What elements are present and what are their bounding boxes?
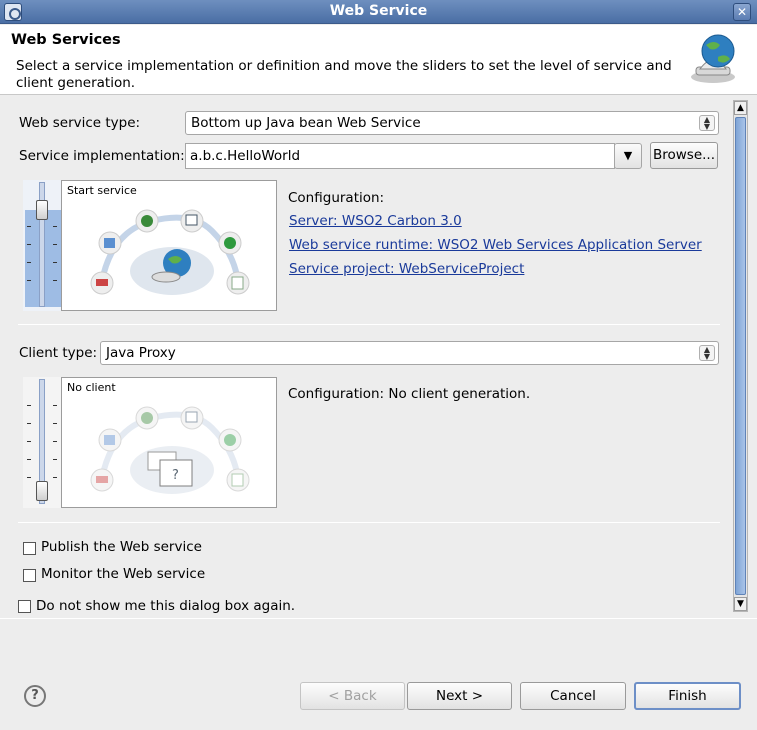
service-config-heading: Configuration:: [288, 190, 385, 206]
client-lifecycle-panel: No client ?: [61, 377, 277, 508]
back-button[interactable]: < Back: [300, 682, 405, 710]
service-type-combo[interactable]: Bottom up Java bean Web Service ▲ ▼: [185, 111, 719, 135]
tick: [53, 459, 57, 460]
service-lifecycle-panel: Start service: [61, 180, 277, 311]
content-area: Web service type: Bottom up Java bean We…: [0, 96, 733, 616]
client-slider[interactable]: [23, 377, 63, 508]
help-icon[interactable]: ?: [24, 685, 46, 707]
page-description: Select a service implementation or defin…: [16, 58, 672, 91]
tick: [27, 226, 31, 227]
service-impl-label: Service implementation:: [19, 148, 185, 164]
footer-separator: [0, 618, 757, 619]
client-type-combo[interactable]: Java Proxy ▲ ▼: [100, 341, 719, 365]
tick: [53, 441, 57, 442]
client-lifecycle-diagram-icon: ?: [90, 406, 250, 494]
client-type-label: Client type:: [19, 345, 98, 361]
service-impl-value: a.b.c.HelloWorld: [190, 148, 301, 164]
wizard-header: Web Services Select a service implementa…: [0, 25, 757, 95]
service-slider[interactable]: [23, 180, 63, 311]
tick: [27, 405, 31, 406]
tick: [27, 262, 31, 263]
monitor-label: Monitor the Web service: [41, 566, 206, 582]
next-button[interactable]: Next >: [407, 682, 512, 710]
tick: [27, 244, 31, 245]
close-icon[interactable]: ✕: [733, 3, 751, 21]
tick: [53, 405, 57, 406]
browse-button[interactable]: Browse...: [650, 142, 718, 169]
monitor-checkbox[interactable]: [23, 569, 36, 582]
scroll-down-icon[interactable]: ▼: [734, 597, 747, 611]
tick: [27, 280, 31, 281]
title-bar: Web Service ✕: [0, 0, 757, 24]
spinner-icon: ▲ ▼: [699, 115, 715, 131]
service-impl-input[interactable]: a.b.c.HelloWorld: [185, 143, 615, 169]
service-type-label: Web service type:: [19, 115, 141, 131]
server-link[interactable]: Server: WSO2 Carbon 3.0: [289, 213, 462, 229]
client-config-text: Configuration: No client generation.: [288, 386, 531, 402]
dont-show-checkbox[interactable]: [18, 600, 31, 613]
scroll-up-icon[interactable]: ▲: [734, 101, 747, 115]
separator: [18, 522, 720, 523]
scrollbar-thumb[interactable]: [735, 117, 746, 595]
tick: [53, 262, 57, 263]
tick: [27, 459, 31, 460]
runtime-link[interactable]: Web service runtime: WSO2 Web Services A…: [289, 237, 702, 253]
service-slider-thumb[interactable]: [36, 200, 48, 220]
finish-button[interactable]: Finish: [634, 682, 741, 710]
service-type-value: Bottom up Java bean Web Service: [191, 115, 421, 131]
publish-label: Publish the Web service: [41, 539, 202, 555]
tick: [53, 280, 57, 281]
web-service-globe-icon: [691, 34, 735, 83]
client-type-value: Java Proxy: [106, 345, 176, 361]
separator: [18, 324, 720, 325]
chevron-down-icon: ▼: [623, 149, 633, 162]
publish-checkbox[interactable]: [23, 542, 36, 555]
client-slider-caption: No client: [67, 381, 116, 394]
tick: [53, 226, 57, 227]
service-impl-dropdown[interactable]: ▼: [614, 143, 642, 169]
client-slider-thumb[interactable]: [36, 481, 48, 501]
window-title: Web Service: [329, 3, 428, 19]
tick: [53, 244, 57, 245]
svg-text:?: ?: [172, 468, 179, 483]
dont-show-label: Do not show me this dialog box again.: [36, 598, 296, 614]
service-project-link[interactable]: Service project: WebServiceProject: [289, 261, 524, 277]
tick: [27, 441, 31, 442]
tick: [53, 477, 57, 478]
service-slider-caption: Start service: [67, 184, 137, 197]
page-title: Web Services: [11, 32, 121, 48]
vertical-scrollbar[interactable]: ▲ ▼: [733, 100, 748, 612]
spinner-icon: ▲ ▼: [699, 345, 715, 361]
lifecycle-diagram-icon: [90, 209, 250, 295]
tick: [27, 423, 31, 424]
cancel-button[interactable]: Cancel: [520, 682, 626, 710]
tick: [27, 477, 31, 478]
tick: [53, 423, 57, 424]
